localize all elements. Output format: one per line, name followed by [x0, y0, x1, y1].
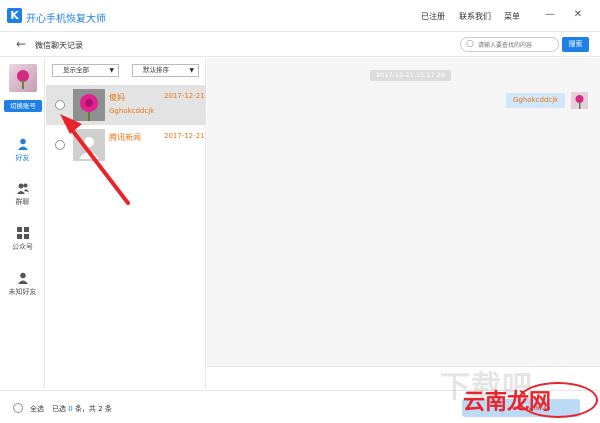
selection-count: 已选 0 条，共 2 条 [52, 404, 112, 414]
message-timestamp: 2017-12-21 15:17:26 [370, 70, 452, 81]
nav-groups[interactable]: 群聊 [0, 182, 45, 207]
close-button[interactable]: ✕ [571, 9, 585, 20]
contact-row[interactable]: 傻妈 2017-12-21 Gghokcddcjk [46, 85, 206, 125]
annotation-circle [518, 382, 598, 418]
contact-link[interactable]: 联系我们 [459, 11, 491, 22]
nav-label: 未知好友 [8, 288, 37, 296]
search-input[interactable] [478, 40, 556, 50]
contact-date: 2017-12-21 [164, 92, 205, 100]
select-all-radio[interactable] [13, 403, 23, 413]
contact-name: 腾讯新闻 [109, 133, 141, 142]
nav-friends[interactable]: 好友 [0, 138, 45, 163]
flower-avatar-icon [17, 70, 29, 89]
contact-row[interactable]: 腾讯新闻 2017-12-21 [46, 125, 206, 165]
chat-panel: 2017-12-21 15:17:26 Gghokcddcjk [207, 58, 600, 366]
title-bar: K 开心手机恢复大师 已注册 联系我们 菜单 — ✕ [0, 0, 600, 32]
nav-label: 公众号 [12, 243, 33, 251]
minimize-button[interactable]: — [543, 9, 557, 20]
nav-official-accounts[interactable]: 公众号 [0, 227, 45, 252]
selected-count: 0 [68, 405, 73, 413]
contact-last-message: Gghokcddcjk [109, 107, 155, 115]
message-bubble: Gghokcddcjk [506, 93, 566, 108]
contact-name: 傻妈 [109, 93, 125, 102]
app-logo: K [7, 8, 22, 23]
nav-label: 好友 [15, 154, 30, 162]
caret-down-icon: ▼ [189, 67, 194, 74]
search-icon: ○ [466, 39, 474, 49]
selected-mid: 条，共 [74, 405, 96, 413]
menu-link[interactable]: 菜单 [504, 11, 520, 22]
show-filter-value: 显示全部 [63, 66, 89, 74]
sort-select[interactable]: 默认排序 ▼ [132, 64, 199, 77]
contact-radio[interactable] [55, 100, 65, 110]
flower-avatar-icon [73, 89, 105, 121]
caret-down-icon: ▼ [109, 67, 114, 74]
nav-label: 群聊 [15, 198, 30, 206]
sidebar: 切换账号 好友 群聊 公众号 未知好友 [0, 58, 45, 388]
contact-radio[interactable] [55, 140, 65, 150]
sort-value: 默认排序 [143, 66, 169, 74]
default-avatar-icon [73, 129, 105, 161]
group-icon [16, 183, 29, 194]
unknown-person-icon [17, 272, 28, 284]
nav-unknown-friends[interactable]: 未知好友 [0, 272, 45, 297]
total-count: 2 [98, 405, 103, 413]
sub-header: ← 微信聊天记录 ○ 搜索 [0, 32, 600, 57]
person-icon [17, 138, 28, 150]
contact-date: 2017-12-21 [164, 132, 205, 140]
grid-icon [16, 227, 29, 239]
search-button[interactable]: 搜索 [562, 37, 589, 52]
switch-account-button[interactable]: 切换账号 [4, 100, 42, 112]
select-all-label[interactable]: 全选 [30, 404, 44, 414]
back-arrow-icon[interactable]: ← [16, 37, 26, 51]
selected-suffix: 条 [104, 405, 112, 413]
contact-list-panel: 显示全部 ▼ 默认排序 ▼ 傻妈 2017-12-21 Gghokcddcjk … [46, 58, 206, 388]
page-title: 微信聊天记录 [35, 41, 83, 50]
register-link[interactable]: 已注册 [421, 11, 445, 22]
selected-prefix: 已选 [52, 405, 66, 413]
show-filter-select[interactable]: 显示全部 ▼ [52, 64, 119, 77]
flower-avatar-icon [571, 92, 588, 109]
app-title: 开心手机恢复大师 [26, 14, 106, 25]
account-avatar [9, 64, 37, 92]
search-box[interactable]: ○ [460, 37, 559, 52]
